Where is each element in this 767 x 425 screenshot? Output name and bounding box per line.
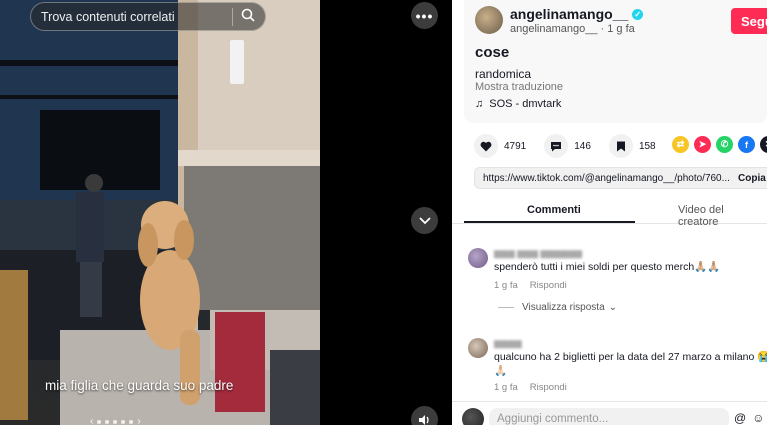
commenter-avatar[interactable]	[468, 338, 488, 358]
related-search-bar[interactable]: Trova contenuti correlati	[30, 2, 266, 31]
volume-button[interactable]	[411, 406, 438, 425]
repost-icon[interactable]: ⇄	[672, 136, 689, 153]
reply-divider	[498, 307, 514, 308]
tab-comments[interactable]: Commenti	[527, 204, 581, 216]
bookmark-icon	[608, 134, 633, 158]
author-username[interactable]: angelinamango__	[510, 6, 628, 22]
send-icon[interactable]: ➤	[694, 136, 711, 153]
reply-button[interactable]: Rispondi	[530, 280, 567, 291]
view-replies-button[interactable]: Visualizza risposta ⌄	[498, 302, 617, 313]
carousel-dot[interactable]	[97, 419, 102, 424]
x-icon[interactable]: ✕	[760, 136, 767, 153]
chevron-down-icon	[418, 216, 431, 224]
app-root: Trova contenuti correlati mia figlia che…	[0, 0, 767, 425]
heart-icon	[474, 134, 498, 158]
comment-meta: 1 g fa Rispondi	[494, 280, 567, 291]
comment-time: 1 g fa	[494, 280, 518, 291]
post-time: · 1 g fa	[600, 23, 635, 35]
related-search-input[interactable]: Trova contenuti correlati	[41, 10, 224, 24]
verified-badge-icon: ✓	[632, 8, 644, 20]
author-meta: angelinamango__ · 1 g fa	[510, 23, 635, 35]
share-link-box[interactable]: https://www.tiktok.com/@angelinamango__/…	[474, 167, 767, 189]
comment-time: 1 g fa	[494, 382, 518, 393]
composer-tools: @ ☺	[734, 411, 764, 425]
emoji-icon[interactable]: ☺	[752, 411, 764, 425]
carousel-dot[interactable]	[113, 419, 118, 424]
tab-creator-videos[interactable]: Video del creatore	[678, 204, 767, 228]
carousel-prev-icon[interactable]: ‹	[90, 416, 93, 425]
mention-icon[interactable]: @	[734, 411, 746, 425]
comment-text: spenderò tutti i miei soldi per questo m…	[494, 261, 721, 273]
commenter-avatar[interactable]	[468, 248, 488, 268]
comment-text-continued: 🙏🏻	[494, 365, 508, 377]
volume-icon	[419, 414, 429, 425]
like-count: 4791	[504, 140, 527, 152]
carousel-dot[interactable]	[121, 419, 126, 424]
post-title: cose	[475, 44, 510, 61]
more-icon: •••	[415, 7, 434, 24]
share-url: https://www.tiktok.com/@angelinamango__/…	[483, 173, 730, 184]
view-replies-label[interactable]: Visualizza risposta	[522, 302, 605, 313]
more-options-button[interactable]: •••	[411, 2, 438, 29]
music-link[interactable]: ♫ SOS - dmvtark	[475, 98, 561, 110]
carousel-dot[interactable]	[129, 419, 134, 424]
carousel-indicator: ‹ ›	[90, 416, 141, 425]
comment-button[interactable]: 146	[544, 134, 591, 158]
search-divider	[232, 7, 233, 26]
comment-meta: 1 g fa Rispondi	[494, 382, 567, 393]
post-photo[interactable]	[0, 0, 320, 425]
comment-text: qualcuno ha 2 biglietti per la data del …	[494, 351, 767, 363]
comment-tabs: Commenti Video del creatore	[452, 199, 767, 228]
next-video-button[interactable]	[411, 207, 438, 234]
comment-composer: Aggiungi commento... @ ☺	[452, 401, 767, 425]
author-handle: angelinamango__	[510, 23, 598, 35]
music-note-icon: ♫	[475, 98, 484, 110]
side-panel: angelinamango__ ✓ angelinamango__ · 1 g …	[452, 0, 767, 425]
comment-icon	[544, 134, 569, 158]
carousel-dot[interactable]	[105, 419, 110, 424]
comment-count: 146	[574, 140, 591, 152]
commenter-name-redacted[interactable]: ▆▆▆ ▆▆▆ ▆▆▆▆▆▆	[494, 248, 582, 259]
share-icons: ⇄ ➤ ✆ f ✕	[672, 136, 767, 153]
engagement-bar: 4791 146 158	[474, 134, 674, 158]
photo-caption: mia figlia che guarda suo padre	[45, 378, 234, 393]
commenter-name-redacted[interactable]: ▆▆▆▆	[494, 338, 522, 349]
search-icon[interactable]	[241, 8, 255, 25]
add-comment-input[interactable]: Aggiungi commento...	[489, 408, 729, 425]
translate-link[interactable]: Mostra traduzione	[475, 81, 563, 93]
carousel-next-icon[interactable]: ›	[137, 416, 140, 425]
photo-illustration	[0, 0, 320, 425]
author-avatar[interactable]	[475, 6, 503, 34]
media-viewer: Trova contenuti correlati mia figlia che…	[0, 0, 452, 425]
save-button[interactable]: 158	[608, 134, 656, 158]
chevron-down-icon: ⌄	[608, 302, 618, 313]
copy-link-button[interactable]: Copia	[738, 173, 766, 184]
reply-button[interactable]: Rispondi	[530, 382, 567, 393]
like-button[interactable]: 4791	[474, 134, 526, 158]
post-description-card: angelinamango__ ✓ angelinamango__ · 1 g …	[464, 0, 767, 123]
post-text: randomica	[475, 67, 532, 81]
save-count: 158	[638, 140, 656, 152]
follow-button[interactable]: Segui	[731, 8, 767, 34]
author-name[interactable]: angelinamango__ ✓	[510, 6, 644, 22]
whatsapp-icon[interactable]: ✆	[716, 136, 733, 153]
music-title[interactable]: SOS - dmvtark	[489, 98, 561, 110]
facebook-icon[interactable]: f	[738, 136, 755, 153]
current-user-avatar	[462, 408, 484, 425]
active-tab-indicator	[464, 221, 635, 223]
